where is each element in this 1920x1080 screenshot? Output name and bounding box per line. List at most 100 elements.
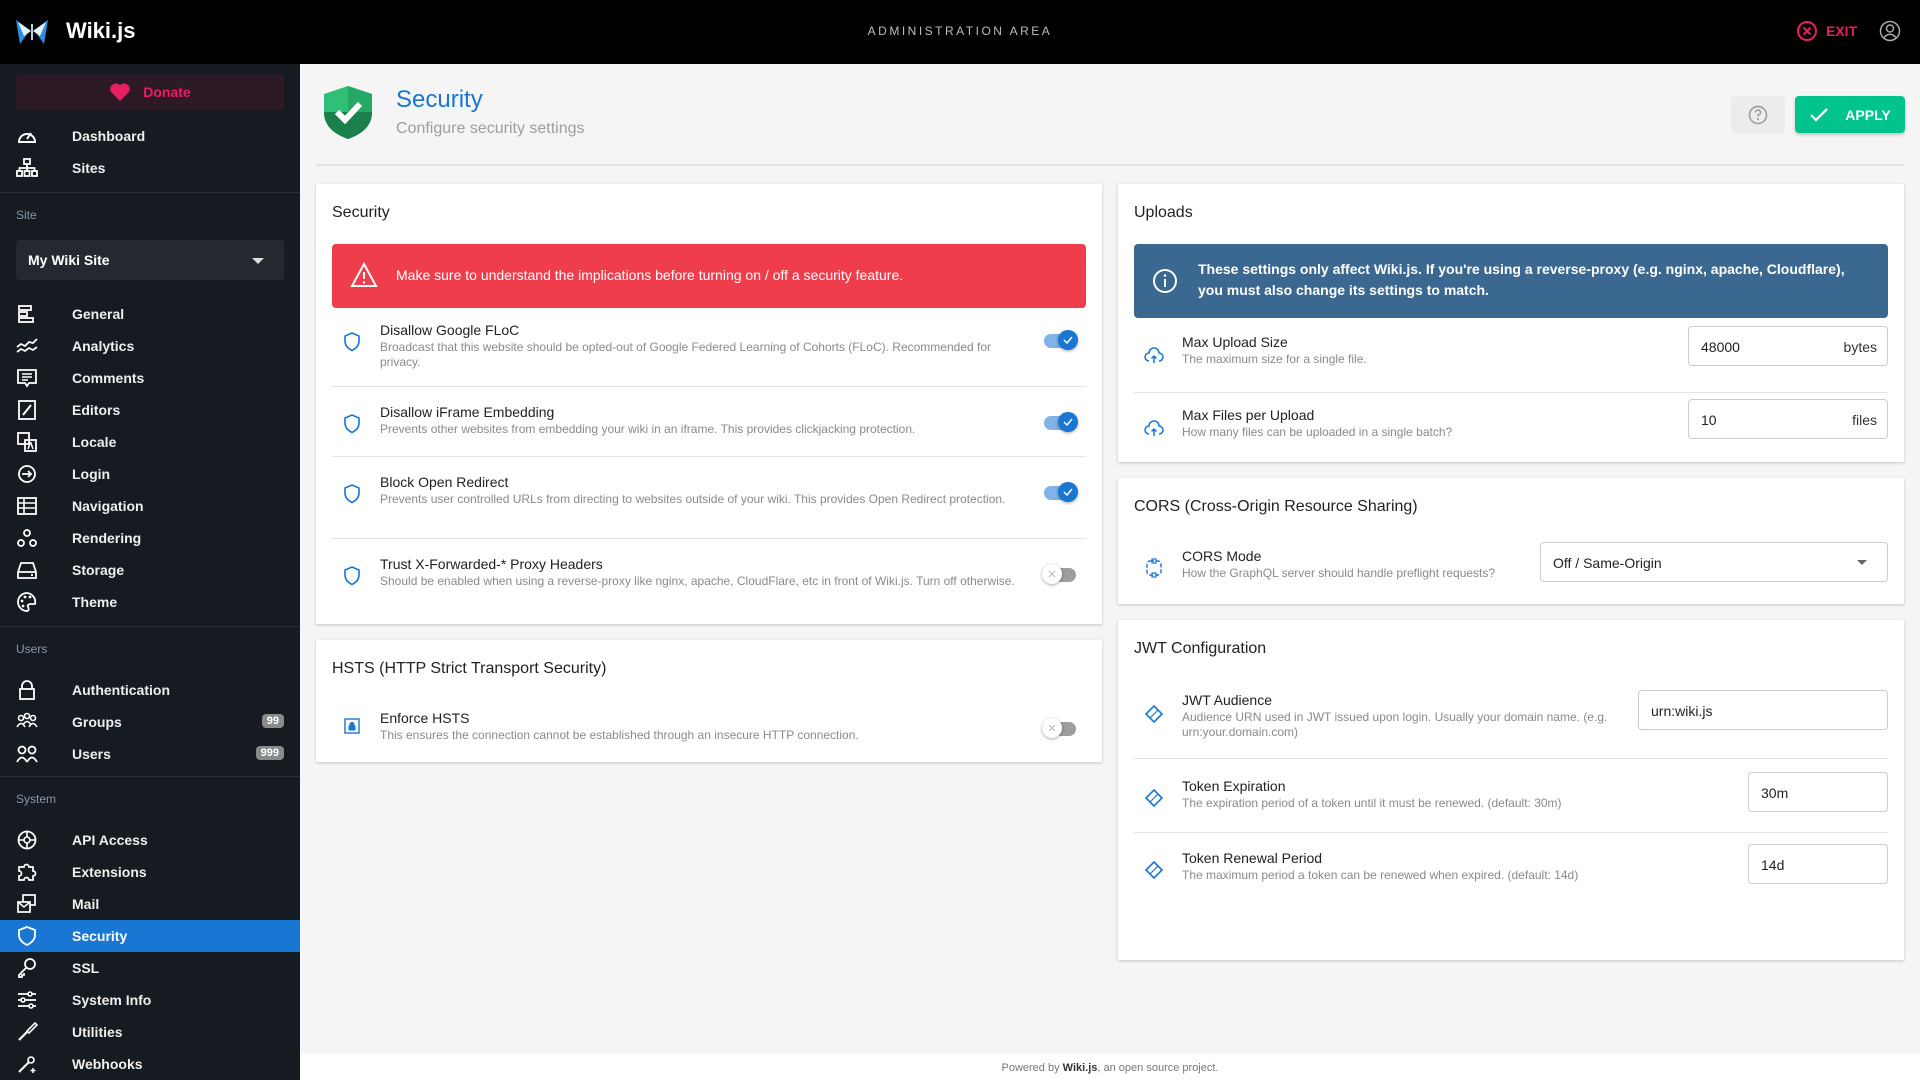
hsts-card: HSTS (HTTP Strict Transport Security) En… xyxy=(316,640,1102,762)
select-value: Off / Same-Origin xyxy=(1553,555,1662,571)
sidebar-item-rendering[interactable]: Rendering xyxy=(0,522,300,554)
setting-title: Block Open Redirect xyxy=(380,474,508,490)
sidebar-item-security[interactable]: Security xyxy=(0,920,300,952)
card-title: Security xyxy=(332,204,390,222)
sidebar-item-ssl[interactable]: SSL xyxy=(0,952,300,984)
setting-row-disallow-iframe: Disallow iFrame Embedding Prevents other… xyxy=(332,404,1086,454)
sidebar-item-label: Webhooks xyxy=(72,1056,143,1072)
account-icon[interactable] xyxy=(1879,20,1901,42)
sidebar-item-login[interactable]: Login xyxy=(0,458,300,490)
check-icon xyxy=(1809,107,1829,123)
sidebar-item-navigation[interactable]: Navigation xyxy=(0,490,300,522)
card-title: JWT Configuration xyxy=(1134,640,1266,658)
sidebar-item-storage[interactable]: Storage xyxy=(0,554,300,586)
chevron-down-icon xyxy=(252,258,264,264)
sidebar-item-label: Analytics xyxy=(72,338,134,354)
sidebar-item-utilities[interactable]: Utilities xyxy=(0,1016,300,1048)
setting-description: Prevents user controlled URLs from direc… xyxy=(380,492,1020,507)
setting-title: Token Renewal Period xyxy=(1182,850,1322,866)
api-icon xyxy=(16,830,38,850)
max-files-input[interactable]: 10 files xyxy=(1688,399,1888,439)
sidebar-item-system-info[interactable]: System Info xyxy=(0,984,300,1016)
setting-title: Token Expiration xyxy=(1182,778,1286,794)
footer-brand-link[interactable]: Wiki.js xyxy=(1063,1062,1098,1074)
input-value: 48000 xyxy=(1701,339,1740,355)
puzzle-icon xyxy=(16,862,38,882)
sidebar-item-comments[interactable]: Comments xyxy=(0,362,300,394)
header-divider xyxy=(316,164,1904,166)
site-select[interactable]: My Wiki Site xyxy=(16,240,284,280)
trust-proxy-toggle[interactable] xyxy=(1042,564,1078,584)
input-value: 30m xyxy=(1761,785,1788,801)
input-suffix: bytes xyxy=(1844,339,1877,355)
cors-card: CORS (Cross-Origin Resource Sharing) COR… xyxy=(1118,478,1904,604)
sidebar-item-label: Extensions xyxy=(72,864,147,880)
token-expiration-input[interactable]: 30m xyxy=(1748,772,1888,812)
cors-icon xyxy=(1144,558,1164,578)
donate-button[interactable]: Donate xyxy=(16,74,284,110)
sidebar-item-analytics[interactable]: Analytics xyxy=(0,330,300,362)
setting-description: Should be enabled when using a reverse-p… xyxy=(380,574,1020,589)
sidebar-item-extensions[interactable]: Extensions xyxy=(0,856,300,888)
max-upload-size-input[interactable]: 48000 bytes xyxy=(1688,326,1888,366)
footer: Powered by Wiki.js, an open source proje… xyxy=(300,1054,1920,1080)
open-redirect-toggle[interactable] xyxy=(1042,482,1078,502)
comments-icon xyxy=(16,368,38,388)
sidebar-item-users[interactable]: Users 999 xyxy=(0,738,300,770)
sidebar-item-label: SSL xyxy=(72,960,99,976)
sidebar-item-label: Mail xyxy=(72,896,99,912)
top-bar: Wiki.js ADMINISTRATION AREA EXIT xyxy=(0,0,1920,64)
row-divider xyxy=(332,538,1086,539)
users-icon xyxy=(16,744,38,764)
sidebar-item-webhooks[interactable]: Webhooks xyxy=(0,1048,300,1080)
floc-toggle[interactable] xyxy=(1042,330,1078,350)
shield-icon xyxy=(16,926,38,946)
users-count-badge: 999 xyxy=(256,746,284,760)
sidebar-item-label: Rendering xyxy=(72,530,141,546)
sidebar-item-label: General xyxy=(72,306,124,322)
sidebar-item-dashboard[interactable]: Dashboard xyxy=(0,120,300,152)
enforce-hsts-toggle[interactable] xyxy=(1042,718,1078,738)
alert-text: These settings only affect Wiki.js. If y… xyxy=(1198,259,1868,301)
security-warning-alert: Make sure to understand the implications… xyxy=(332,244,1086,308)
sidebar-item-sites[interactable]: Sites xyxy=(0,152,300,184)
card-title: HSTS (HTTP Strict Transport Security) xyxy=(332,660,606,678)
setting-row-token-renewal: Token Renewal Period The maximum period … xyxy=(1134,850,1888,894)
sidebar-item-general[interactable]: General xyxy=(0,298,300,330)
sidebar-item-label: Users xyxy=(72,746,111,762)
jwt-card: JWT Configuration JWT Audience Audience … xyxy=(1118,620,1904,960)
setting-description: The maximum period a token can be renewe… xyxy=(1182,868,1822,883)
wand-icon xyxy=(16,1054,38,1074)
sidebar-item-editors[interactable]: Editors xyxy=(0,394,300,426)
sidebar-item-theme[interactable]: Theme xyxy=(0,586,300,618)
setting-row-jwt-audience: JWT Audience Audience URN used in JWT is… xyxy=(1134,692,1888,742)
login-icon xyxy=(16,464,38,484)
mail-icon xyxy=(16,894,38,914)
shield-outline-icon xyxy=(342,484,362,504)
sidebar: Donate Dashboard Sites Site My Wiki Site… xyxy=(0,64,300,1080)
help-button[interactable] xyxy=(1731,96,1785,133)
apply-button[interactable]: APPLY xyxy=(1795,96,1905,133)
chevron-down-icon xyxy=(1857,560,1867,565)
warning-icon xyxy=(350,262,378,288)
sidebar-item-mail[interactable]: Mail xyxy=(0,888,300,920)
card-title: CORS (Cross-Origin Resource Sharing) xyxy=(1134,498,1418,516)
help-circle-icon xyxy=(1748,105,1768,125)
heart-icon xyxy=(109,82,131,102)
sliders-icon xyxy=(16,990,38,1010)
sidebar-item-api-access[interactable]: API Access xyxy=(0,824,300,856)
tag-icon xyxy=(1144,788,1164,808)
cors-mode-select[interactable]: Off / Same-Origin xyxy=(1540,542,1888,582)
jwt-audience-input[interactable]: urn:wiki.js xyxy=(1638,690,1888,730)
card-title: Uploads xyxy=(1134,204,1193,222)
token-renewal-input[interactable]: 14d xyxy=(1748,844,1888,884)
groups-count-badge: 99 xyxy=(262,714,284,728)
sidebar-item-locale[interactable]: Locale xyxy=(0,426,300,458)
sidebar-item-authentication[interactable]: Authentication xyxy=(0,674,300,706)
sidebar-item-groups[interactable]: Groups 99 xyxy=(0,706,300,738)
iframe-toggle[interactable] xyxy=(1042,412,1078,432)
sidebar-item-label: Login xyxy=(72,466,110,482)
row-divider xyxy=(332,386,1086,387)
exit-button[interactable]: EXIT xyxy=(1796,20,1857,42)
sidebar-item-label: Editors xyxy=(72,402,120,418)
